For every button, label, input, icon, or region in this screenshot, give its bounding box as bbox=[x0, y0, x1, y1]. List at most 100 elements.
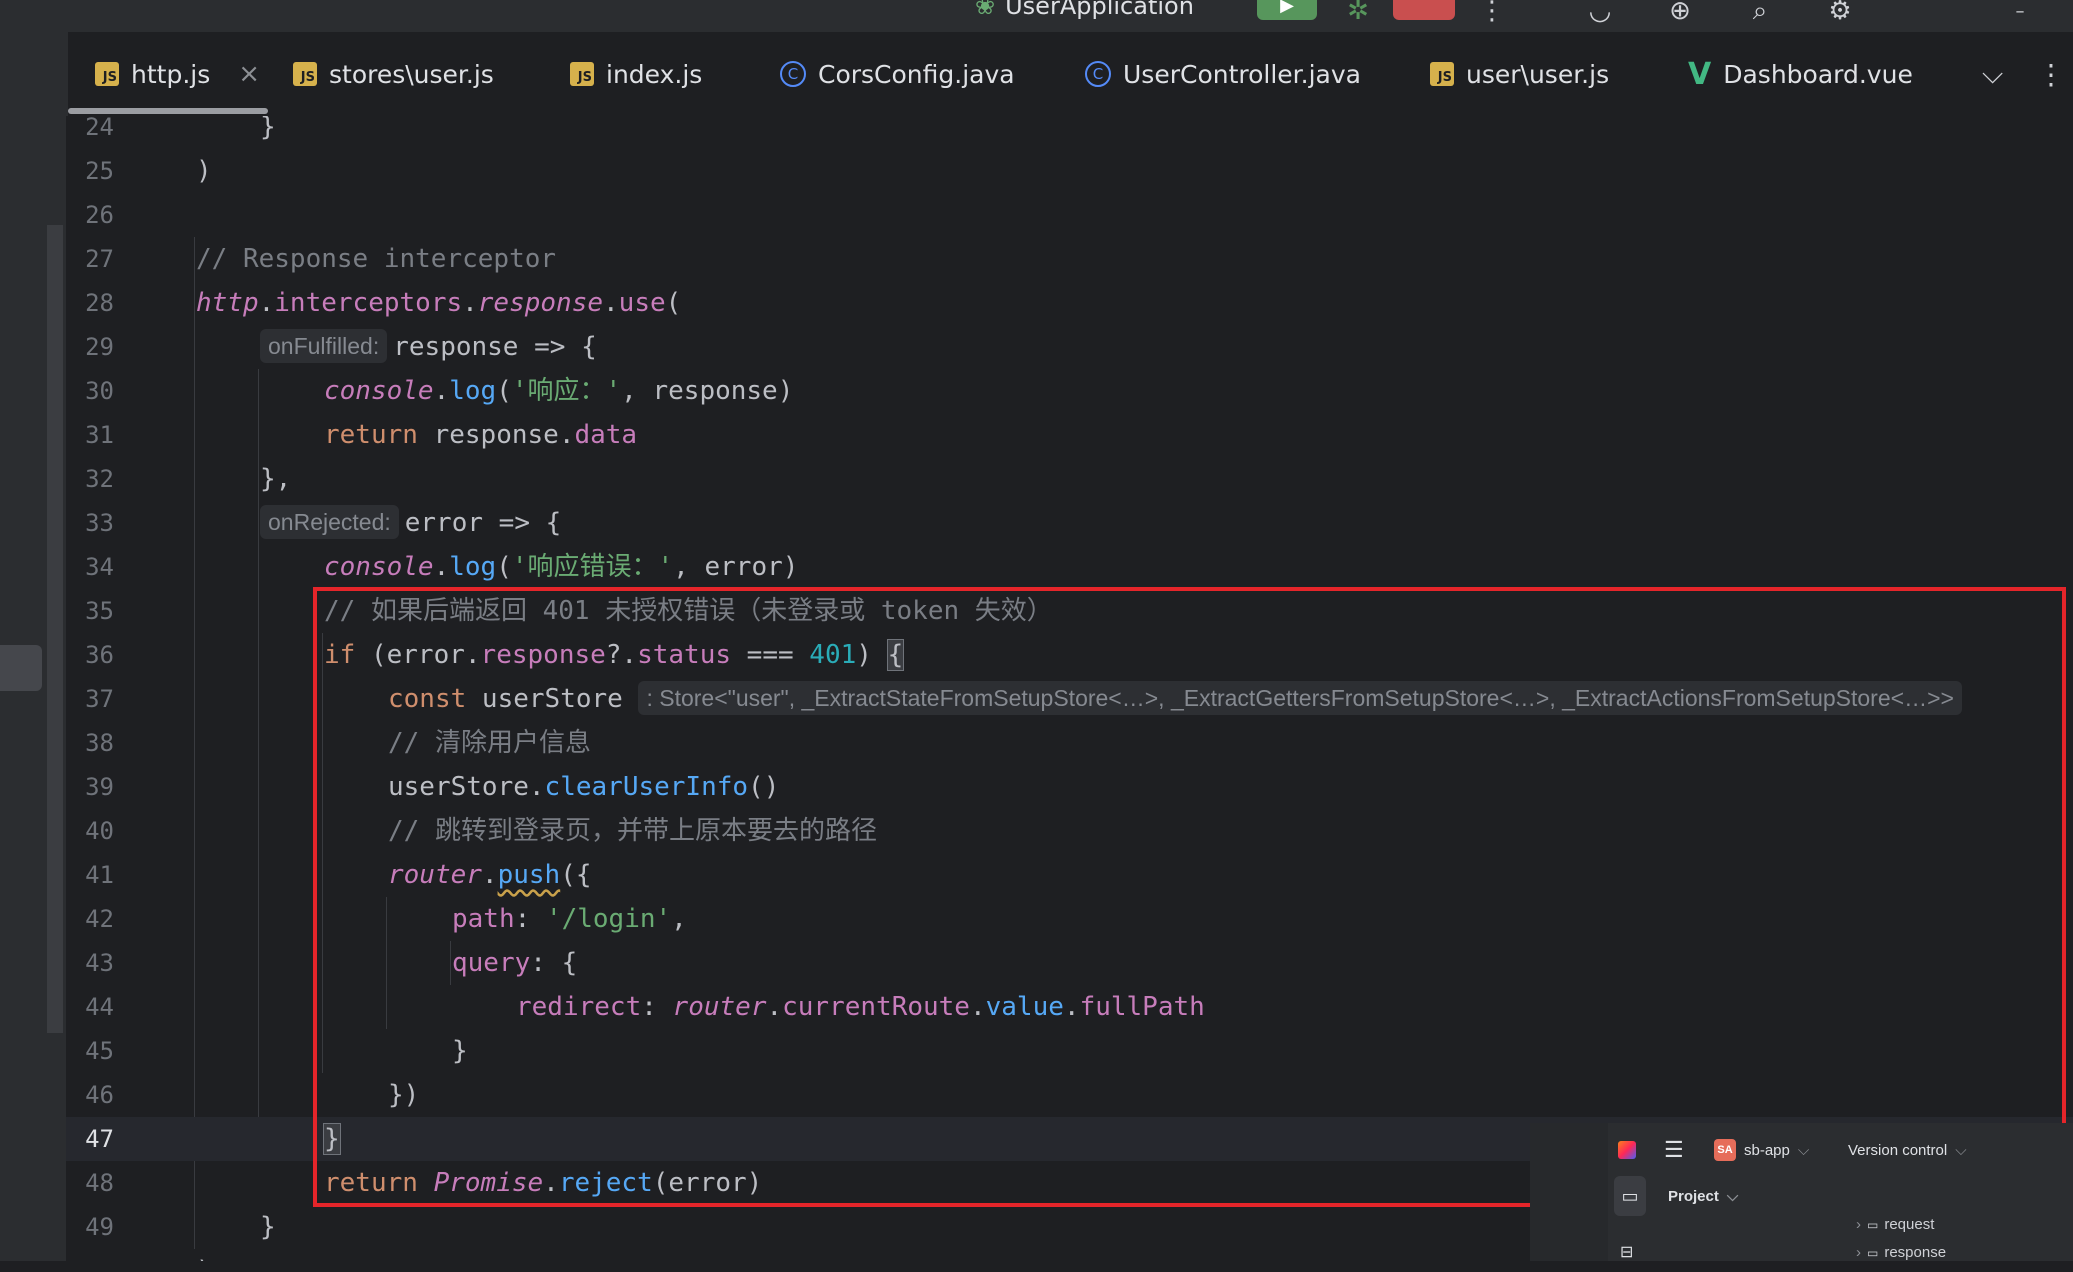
code-token: path bbox=[452, 904, 515, 934]
code-line[interactable]: 26 bbox=[66, 193, 2073, 237]
code-line[interactable]: 34 console.log('响应错误：', error) bbox=[66, 545, 2073, 589]
minimize-icon[interactable]: – bbox=[2005, 0, 2035, 22]
code-token: // Response interceptor bbox=[196, 244, 557, 274]
code-line[interactable]: 40 // 跳转到登录页，并带上原本要去的路径 bbox=[66, 809, 2073, 853]
code-line[interactable]: 33 onRejected: error => { bbox=[66, 501, 2073, 545]
version-control-selector[interactable]: Version control ⌵ bbox=[1848, 1130, 1967, 1170]
line-number[interactable]: 37 bbox=[66, 677, 114, 721]
line-number[interactable]: 42 bbox=[66, 897, 114, 941]
code-line[interactable]: 30 console.log('响应：', response) bbox=[66, 369, 2073, 413]
line-number[interactable]: 38 bbox=[66, 721, 114, 765]
line-number[interactable]: 35 bbox=[66, 589, 114, 633]
tab-http-js[interactable]: JS http.js × bbox=[95, 32, 260, 116]
line-number[interactable]: 30 bbox=[66, 369, 114, 413]
code-token: , response) bbox=[621, 376, 794, 406]
line-number[interactable]: 40 bbox=[66, 809, 114, 853]
code-line[interactable]: 31 return response.data bbox=[66, 413, 2073, 457]
line-number[interactable]: 29 bbox=[66, 325, 114, 369]
code-line[interactable]: 38 // 清除用户信息 bbox=[66, 721, 2073, 765]
code-line[interactable]: 43 query: { bbox=[66, 941, 2073, 985]
code-line[interactable]: 39 userStore.clearUserInfo() bbox=[66, 765, 2073, 809]
line-number[interactable]: 39 bbox=[66, 765, 114, 809]
line-number[interactable]: 48 bbox=[66, 1161, 114, 1205]
code-line[interactable]: 32}, bbox=[66, 457, 2073, 501]
line-number[interactable]: 34 bbox=[66, 545, 114, 589]
line-number[interactable]: 31 bbox=[66, 413, 114, 457]
left-panel-scrollbar[interactable] bbox=[47, 225, 63, 1033]
code-line[interactable]: 36 if (error.response?.status === 401) { bbox=[66, 633, 2073, 677]
debug-icon[interactable]: ✲ bbox=[1340, 0, 1376, 26]
tab-options-kebab-icon[interactable]: ⋮ bbox=[2037, 32, 2065, 116]
more-tabs-chevron-icon[interactable]: ⌵ bbox=[1982, 32, 2003, 116]
code-editor[interactable]: 24} 25) 26 27// Response interceptor 28 http.… bbox=[66, 116, 2073, 1261]
code-token: currentRoute bbox=[782, 992, 970, 1022]
code-line[interactable]: 25) bbox=[66, 149, 2073, 193]
line-number[interactable]: 25 bbox=[66, 149, 114, 193]
line-number[interactable]: 46 bbox=[66, 1073, 114, 1117]
code-text: // 清除用户信息 bbox=[388, 721, 591, 765]
update-icon[interactable]: ◡ bbox=[1580, 0, 1620, 26]
js-file-icon: JS bbox=[293, 62, 317, 86]
search-icon[interactable]: ⌕ bbox=[1740, 0, 1780, 26]
project-selector[interactable]: SA sb-app ⌵ bbox=[1714, 1130, 1809, 1170]
code-line[interactable]: 41 router.push({ bbox=[66, 853, 2073, 897]
line-number[interactable]: 24 bbox=[66, 116, 114, 149]
code-line[interactable]: 44 redirect: router.currentRoute.value.fu… bbox=[66, 985, 2073, 1029]
code-line[interactable]: 29 onFulfilled: response => { bbox=[66, 325, 2073, 369]
project-panel-header[interactable]: Project ⌵ bbox=[1668, 1176, 1738, 1216]
line-number[interactable]: 41 bbox=[66, 853, 114, 897]
code-text: return Promise.reject(error) bbox=[324, 1161, 762, 1205]
line-number[interactable]: 49 bbox=[66, 1205, 114, 1249]
code-line[interactable]: 45} bbox=[66, 1029, 2073, 1073]
line-number[interactable]: 27 bbox=[66, 237, 114, 281]
line-number[interactable]: 26 bbox=[66, 193, 114, 237]
code-text: console.log('响应：', response) bbox=[324, 369, 793, 413]
code-line[interactable]: 42 path: '/login', bbox=[66, 897, 2073, 941]
code-token: . bbox=[558, 420, 575, 450]
code-line[interactable]: 27 // Response interceptor bbox=[66, 237, 2073, 281]
code-line[interactable]: 28 http.interceptors.response.use( bbox=[66, 281, 2073, 325]
code-token: . bbox=[433, 552, 450, 582]
tab-usercontroller-java[interactable]: C UserController.java bbox=[1085, 32, 1361, 116]
line-number[interactable]: 45 bbox=[66, 1029, 114, 1073]
project-folder-icon[interactable]: ▭ bbox=[1614, 1176, 1646, 1216]
run-button[interactable]: ▶ bbox=[1257, 0, 1317, 20]
code-token: push bbox=[497, 860, 561, 890]
js-file-icon: JS bbox=[570, 62, 594, 86]
line-number[interactable]: 32 bbox=[66, 457, 114, 501]
main-menu-icon[interactable]: ☰ bbox=[1664, 1130, 1684, 1170]
more-icon[interactable]: ⋮ bbox=[1479, 0, 1505, 26]
line-number[interactable]: 33 bbox=[66, 501, 114, 545]
line-number[interactable]: 28 bbox=[66, 281, 114, 325]
line-number[interactable]: 47 bbox=[66, 1117, 114, 1161]
add-user-icon[interactable]: ⊕ bbox=[1660, 0, 1700, 26]
code-line[interactable]: 24} bbox=[66, 116, 2073, 149]
code-line[interactable]: 46}) bbox=[66, 1073, 2073, 1117]
run-configuration-selector[interactable]: ❀ UserApplication bbox=[975, 0, 1194, 22]
line-number[interactable]: 44 bbox=[66, 985, 114, 1029]
stop-button[interactable] bbox=[1393, 0, 1455, 20]
line-number[interactable]: 43 bbox=[66, 941, 114, 985]
code-token: } bbox=[452, 1036, 468, 1066]
line-number[interactable]: 36 bbox=[66, 633, 114, 677]
tab-stores-user-js[interactable]: JS stores\user.js bbox=[293, 32, 494, 116]
code-text: return response.data bbox=[324, 413, 637, 457]
structure-icon[interactable]: ⊟ bbox=[1620, 1232, 1633, 1272]
line-number[interactable]: 50 bbox=[66, 1249, 114, 1261]
code-line[interactable]: 37 const userStore : Store<"user", _Extra… bbox=[66, 677, 2073, 721]
tree-node[interactable]: › ▭ request bbox=[1856, 1216, 1934, 1233]
code-token: response bbox=[477, 288, 604, 318]
settings-gear-icon[interactable]: ⚙ bbox=[1820, 0, 1860, 26]
code-line[interactable]: 35 // 如果后端返回 401 未授权错误（未登录或 token 失效） bbox=[66, 589, 2073, 633]
tab-index-js[interactable]: JS index.js bbox=[570, 32, 702, 116]
close-icon[interactable]: × bbox=[238, 59, 260, 89]
code-token: . bbox=[969, 992, 986, 1022]
tab-corsconfig-java[interactable]: C CorsConfig.java bbox=[780, 32, 1015, 116]
code-token: // 跳转到登录页，并带上原本要去的路径 bbox=[388, 816, 877, 846]
code-token: }, bbox=[260, 464, 292, 494]
code-token: 401 bbox=[809, 640, 857, 670]
left-strip-selected-item[interactable] bbox=[0, 645, 42, 691]
tree-node[interactable]: › ▭ response bbox=[1856, 1244, 1946, 1261]
tab-dashboard-vue[interactable]: V Dashboard.vue bbox=[1688, 32, 1913, 116]
tab-user-user-js[interactable]: JS user\user.js bbox=[1430, 32, 1609, 116]
